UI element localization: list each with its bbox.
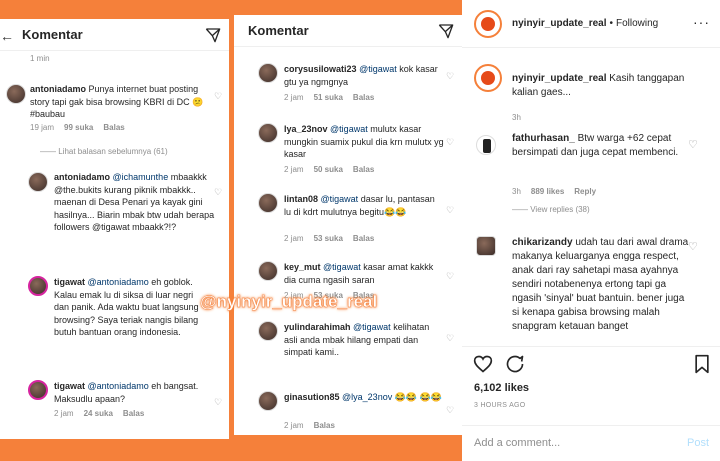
heart-icon[interactable]: ♡ (446, 205, 454, 216)
avatar[interactable] (258, 321, 278, 341)
reply-link[interactable]: Balas (353, 93, 374, 102)
following-button[interactable]: Following (616, 18, 658, 29)
comment-text: key_mut @tigawat kasar amat kakkk dia cu… (284, 262, 434, 285)
account-name[interactable]: nyinyir_update_real (512, 18, 606, 29)
heart-icon[interactable]: ♡ (214, 187, 222, 198)
heart-icon[interactable]: ♡ (446, 333, 454, 344)
panel-title: Komentar (248, 23, 309, 38)
comment-meta: 2 jam 24 suka Balas (54, 409, 145, 418)
post-timestamp: 3 HOURS AGO (474, 402, 526, 409)
comment-bubble-icon[interactable] (505, 354, 525, 379)
comment-text: antoniadamo @ichamunthe mbaakkk @the.buk… (54, 172, 215, 232)
add-comment-bar: Add a comment... Post (462, 425, 720, 461)
like-heart-icon[interactable] (473, 354, 493, 379)
reply-link[interactable]: Balas (103, 123, 124, 132)
avatar[interactable] (28, 276, 48, 296)
heart-icon[interactable]: ♡ (446, 137, 454, 148)
comment-text: yulindarahimah @tigawat kelihatan asli a… (284, 322, 430, 357)
caption-text: nyinyir_update_real Kasih tanggapan kali… (512, 73, 685, 98)
reply-link[interactable]: Balas (353, 165, 374, 174)
view-previous-replies[interactable]: —— Lihat balasan sebelumnya (61) (40, 147, 168, 156)
divider (462, 346, 720, 347)
account-avatar[interactable] (474, 9, 502, 38)
watermark-text: @nyinyir_update_real (200, 292, 378, 311)
comment-meta: 2 jam 53 suka Balas (284, 234, 375, 243)
avatar[interactable] (6, 84, 26, 104)
send-icon[interactable] (205, 27, 221, 43)
panel-header: ← Komentar (0, 19, 229, 51)
avatar[interactable] (476, 135, 496, 155)
caption-avatar[interactable] (474, 64, 502, 92)
post-header: nyinyir_update_real • Following ··· (462, 0, 720, 48)
avatar[interactable] (28, 380, 48, 400)
avatar[interactable] (258, 261, 278, 281)
comment-meta: 19 jam 99 suka Balas (30, 123, 125, 132)
caption-time: 3h (512, 113, 521, 122)
likes-count[interactable]: 6,102 likes (474, 382, 529, 394)
separator-dot: • (609, 18, 613, 29)
reply-link[interactable]: Balas (353, 234, 374, 243)
avatar[interactable] (258, 63, 278, 83)
send-icon[interactable] (438, 23, 454, 39)
comment-text: chikarizandy udah tau dari awal drama ma… (512, 237, 689, 332)
avatar[interactable] (258, 193, 278, 213)
reply-link[interactable]: Balas (314, 421, 335, 430)
heart-icon[interactable]: ♡ (214, 91, 222, 102)
comment-text: tigawat @antoniadamo eh bangsat. Maksudl… (54, 381, 199, 404)
heart-icon[interactable]: ♡ (214, 397, 222, 408)
heart-icon[interactable]: ♡ (688, 240, 698, 253)
heart-icon[interactable]: ♡ (446, 405, 454, 416)
comment-meta: 2 jam 50 suka Balas (284, 165, 375, 174)
panel-header: Komentar (234, 15, 462, 47)
comment-text: fathurhasan_ Btw warga +62 cepat bersimp… (512, 133, 679, 158)
comment-text: lya_23nov @tigawat mulutx kasar mungkin … (284, 124, 444, 159)
avatar[interactable] (476, 236, 496, 256)
more-options-icon[interactable]: ··· (693, 14, 710, 30)
comment-text: tigawat @antoniadamo eh goblok. Kalau em… (54, 277, 199, 337)
add-comment-input[interactable]: Add a comment... (474, 437, 560, 449)
top-time: 1 min (30, 54, 50, 63)
heart-icon[interactable]: ♡ (688, 138, 698, 151)
comment-text: antoniadamo Punya internet buat posting … (30, 84, 204, 119)
back-arrow-icon[interactable]: ← (0, 28, 14, 44)
bookmark-icon[interactable] (693, 354, 711, 379)
avatar[interactable] (258, 391, 278, 411)
avatar[interactable] (28, 172, 48, 192)
heart-icon[interactable]: ♡ (446, 71, 454, 82)
post-button[interactable]: Post (687, 437, 709, 449)
view-replies[interactable]: —— View replies (38) (512, 205, 590, 214)
avatar[interactable] (258, 123, 278, 143)
comments-panel-left: ← Komentar 1 min antoniadamo Punya inter… (0, 19, 229, 439)
comment-text: ginasution85 @lya_23nov 😂😂 😂😂 (284, 392, 443, 402)
comment-meta: 2 jam 51 suka Balas (284, 93, 375, 102)
comment-text: corysusilowati23 @tigawat kok kasar gtu … (284, 64, 438, 87)
reply-link[interactable]: Balas (123, 409, 144, 418)
comment-meta: 2 jam Balas (284, 421, 335, 430)
comments-panel-middle: Komentar corysusilowati23 @tigawat kok k… (234, 15, 462, 435)
comment-meta: 3h 889 likes Reply (512, 187, 597, 196)
reply-link[interactable]: Reply (574, 187, 596, 196)
panel-title: Komentar (22, 27, 83, 42)
comment-text: lintan08 @tigawat dasar lu, pantasan lu … (284, 194, 435, 217)
heart-icon[interactable]: ♡ (446, 271, 454, 282)
